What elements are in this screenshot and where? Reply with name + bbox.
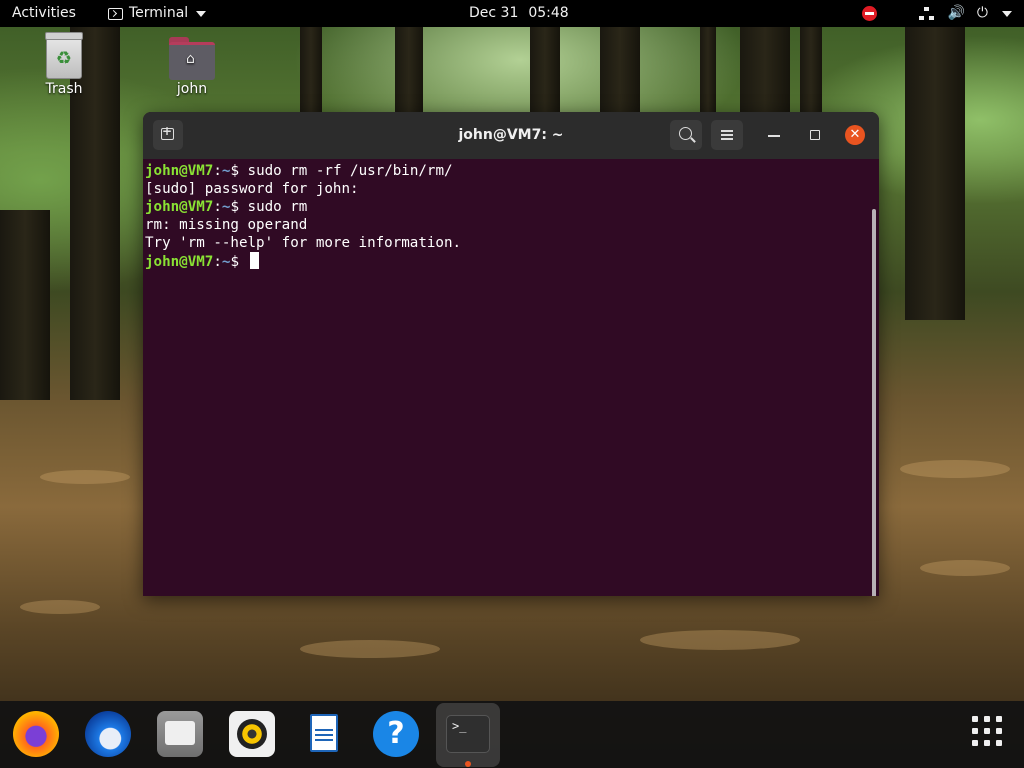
notification-red-icon[interactable] bbox=[862, 6, 878, 21]
terminal-prompt-line: john@VM7:~$ sudo rm bbox=[145, 199, 308, 215]
running-indicator bbox=[465, 761, 471, 767]
scrollbar[interactable] bbox=[872, 209, 876, 596]
search-button[interactable] bbox=[670, 120, 702, 150]
terminal-prompt-line: john@VM7:~$ sudo rm -rf /usr/bin/rm/ bbox=[145, 163, 453, 179]
terminal-prompt-line: john@VM7:~$ bbox=[145, 252, 461, 270]
terminal-icon: >_ bbox=[446, 715, 490, 753]
desktop-icon-home[interactable]: ⌂ john bbox=[160, 37, 224, 97]
prompt-user: john@VM7 bbox=[145, 199, 214, 215]
network-icon bbox=[919, 6, 935, 21]
prompt-user: john@VM7 bbox=[145, 254, 214, 270]
close-button[interactable]: ✕ bbox=[845, 125, 865, 145]
activities-button[interactable]: Activities bbox=[12, 0, 76, 27]
libreoffice-writer-icon[interactable] bbox=[301, 711, 347, 757]
system-tray[interactable]: 🔊 ⏻ bbox=[862, 0, 1012, 27]
prompt-command: sudo rm bbox=[247, 199, 308, 215]
desktop-icon-trash[interactable]: ♻ Trash bbox=[32, 32, 96, 97]
terminal-output-line: Try 'rm --help' for more information. bbox=[145, 235, 462, 251]
app-menu[interactable]: Terminal bbox=[108, 0, 207, 27]
terminal-output-line: [sudo] password for john: bbox=[145, 181, 359, 197]
clock-time: 05:48 bbox=[528, 5, 569, 21]
dock: ? >_ bbox=[0, 701, 1024, 768]
volume-icon: 🔊 bbox=[947, 5, 965, 21]
home-folder-icon: ⌂ bbox=[169, 37, 215, 80]
maximize-button[interactable] bbox=[810, 130, 820, 140]
terminal-output[interactable]: john@VM7:~$ sudo rm -rf /usr/bin/rm/ [sud… bbox=[143, 159, 879, 596]
rhythmbox-icon[interactable] bbox=[229, 711, 275, 757]
trash-icon: ♻ bbox=[45, 32, 83, 79]
desktop-icon-label: john bbox=[176, 81, 208, 97]
clock[interactable]: Dec 31 05:48 bbox=[469, 0, 569, 27]
menu-button[interactable] bbox=[711, 120, 743, 150]
prompt-user: john@VM7 bbox=[145, 163, 214, 179]
terminal-app-icon bbox=[108, 7, 123, 20]
show-applications-button[interactable] bbox=[972, 716, 1004, 748]
thunderbird-icon[interactable] bbox=[85, 711, 131, 757]
terminal-dock-item[interactable]: >_ bbox=[436, 703, 500, 767]
prompt-command: sudo rm -rf /usr/bin/rm/ bbox=[247, 163, 453, 179]
files-icon[interactable] bbox=[157, 711, 203, 757]
power-icon: ⏻ bbox=[976, 5, 988, 21]
window-titlebar[interactable]: john@VM7: ~ ✕ bbox=[143, 112, 879, 159]
desktop-icon-label: Trash bbox=[45, 81, 83, 97]
terminal-output-line: rm: missing operand bbox=[145, 217, 308, 233]
new-tab-button[interactable] bbox=[153, 120, 183, 150]
app-menu-label: Terminal bbox=[129, 5, 189, 21]
text-cursor bbox=[249, 252, 259, 269]
minimize-button[interactable] bbox=[768, 135, 780, 137]
clock-date: Dec 31 bbox=[469, 5, 519, 21]
chevron-down-icon bbox=[196, 10, 207, 17]
chevron-down-icon bbox=[1002, 10, 1012, 17]
terminal-window[interactable]: john@VM7: ~ ✕ john@VM7:~$ sudo rm -rf /u… bbox=[143, 112, 879, 596]
firefox-icon[interactable] bbox=[13, 711, 59, 757]
terminal-lines: john@VM7:~$ sudo rm -rf /usr/bin/rm/ [sud… bbox=[145, 162, 461, 270]
top-bar: Activities Terminal Dec 31 05:48 🔊 ⏻ bbox=[0, 0, 1024, 27]
help-icon[interactable]: ? bbox=[373, 711, 419, 757]
